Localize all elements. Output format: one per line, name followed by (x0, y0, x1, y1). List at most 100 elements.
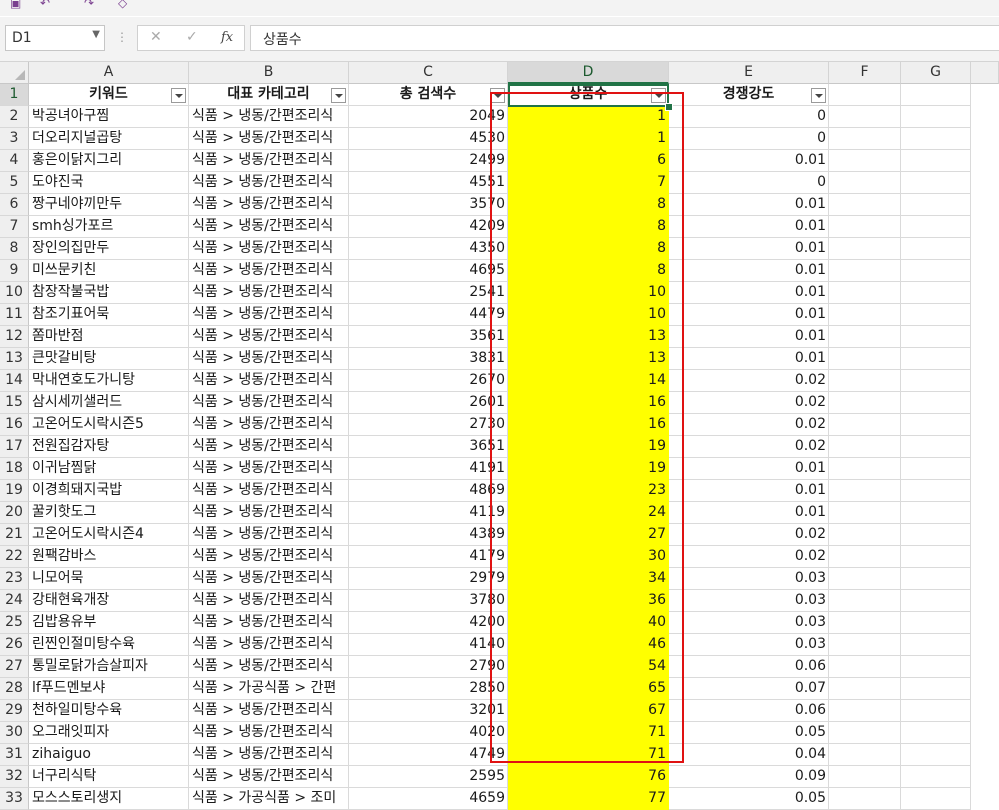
search-count-cell[interactable]: 2499 (349, 150, 508, 172)
save-icon[interactable]: ▣ (10, 0, 21, 10)
empty-cell[interactable] (901, 744, 971, 766)
empty-cell[interactable] (829, 128, 901, 150)
competition-cell[interactable]: 0.01 (669, 480, 829, 502)
empty-cell[interactable] (829, 546, 901, 568)
search-count-cell[interactable]: 4140 (349, 634, 508, 656)
empty-cell[interactable] (829, 194, 901, 216)
product-count-cell[interactable]: 77 (508, 788, 669, 810)
keyword-cell[interactable]: 참조기표어묵 (29, 304, 189, 326)
row-header[interactable]: 28 (0, 678, 29, 700)
filter-dropdown-button[interactable] (811, 88, 826, 103)
competition-cell[interactable]: 0.03 (669, 568, 829, 590)
insert-function-icon[interactable]: fx (221, 30, 233, 45)
empty-cell[interactable] (829, 700, 901, 722)
category-cell[interactable]: 식품 > 냉동/간편조리식 (189, 546, 349, 568)
category-cell[interactable]: 식품 > 냉동/간편조리식 (189, 150, 349, 172)
column-header-a[interactable]: A (29, 62, 189, 84)
competition-cell[interactable]: 0.01 (669, 326, 829, 348)
competition-cell[interactable]: 0.06 (669, 700, 829, 722)
empty-cell[interactable] (901, 128, 971, 150)
keyword-cell[interactable]: smh싱가포르 (29, 216, 189, 238)
category-cell[interactable]: 식품 > 냉동/간편조리식 (189, 260, 349, 282)
search-count-cell[interactable]: 2730 (349, 414, 508, 436)
row-header[interactable]: 18 (0, 458, 29, 480)
competition-cell[interactable]: 0.02 (669, 414, 829, 436)
column-header-g[interactable]: G (901, 62, 971, 84)
keyword-cell[interactable]: 참장작불국밥 (29, 282, 189, 304)
keyword-cell[interactable]: 도야진국 (29, 172, 189, 194)
product-count-cell[interactable]: 13 (508, 326, 669, 348)
category-cell[interactable]: 식품 > 냉동/간편조리식 (189, 722, 349, 744)
row-header[interactable]: 14 (0, 370, 29, 392)
search-count-cell[interactable]: 4200 (349, 612, 508, 634)
product-count-cell[interactable]: 1 (508, 106, 669, 128)
row-header[interactable]: 29 (0, 700, 29, 722)
search-count-cell[interactable]: 3561 (349, 326, 508, 348)
product-count-cell[interactable]: 40 (508, 612, 669, 634)
empty-cell[interactable] (829, 172, 901, 194)
empty-cell[interactable] (829, 326, 901, 348)
row-header[interactable]: 22 (0, 546, 29, 568)
search-count-cell[interactable]: 4119 (349, 502, 508, 524)
competition-cell[interactable]: 0.05 (669, 788, 829, 810)
empty-cell[interactable] (901, 766, 971, 788)
search-count-cell[interactable]: 4191 (349, 458, 508, 480)
category-cell[interactable]: 식품 > 냉동/간편조리식 (189, 370, 349, 392)
keyword-cell[interactable]: 꿀키핫도그 (29, 502, 189, 524)
filter-dropdown-button[interactable] (331, 88, 346, 103)
header-cell[interactable]: 경쟁강도 (669, 84, 829, 106)
product-count-cell[interactable]: 65 (508, 678, 669, 700)
competition-cell[interactable]: 0.01 (669, 260, 829, 282)
keyword-cell[interactable]: 쫌마반점 (29, 326, 189, 348)
product-count-cell[interactable]: 7 (508, 172, 669, 194)
empty-cell[interactable] (829, 634, 901, 656)
keyword-cell[interactable]: 너구리식탁 (29, 766, 189, 788)
select-all-button[interactable] (0, 62, 29, 84)
category-cell[interactable]: 식품 > 냉동/간편조리식 (189, 172, 349, 194)
search-count-cell[interactable]: 4869 (349, 480, 508, 502)
competition-cell[interactable]: 0.03 (669, 612, 829, 634)
product-count-cell[interactable]: 67 (508, 700, 669, 722)
category-cell[interactable]: 식품 > 냉동/간편조리식 (189, 348, 349, 370)
category-cell[interactable]: 식품 > 냉동/간편조리식 (189, 128, 349, 150)
keyword-cell[interactable]: 김밥용유부 (29, 612, 189, 634)
empty-cell[interactable] (829, 656, 901, 678)
row-header[interactable]: 13 (0, 348, 29, 370)
empty-cell[interactable] (901, 568, 971, 590)
search-count-cell[interactable]: 4179 (349, 546, 508, 568)
product-count-cell[interactable]: 36 (508, 590, 669, 612)
filter-dropdown-button[interactable] (171, 88, 186, 103)
product-count-cell[interactable]: 19 (508, 436, 669, 458)
empty-cell[interactable] (901, 194, 971, 216)
column-header-d[interactable]: D (508, 62, 669, 84)
empty-cell[interactable] (829, 612, 901, 634)
category-cell[interactable]: 식품 > 냉동/간편조리식 (189, 766, 349, 788)
search-count-cell[interactable]: 2670 (349, 370, 508, 392)
empty-cell[interactable] (829, 502, 901, 524)
chevron-down-icon[interactable]: ▼ (92, 29, 100, 40)
competition-cell[interactable]: 0.01 (669, 238, 829, 260)
empty-cell[interactable] (901, 348, 971, 370)
keyword-cell[interactable]: 린찐인절미탕수육 (29, 634, 189, 656)
search-count-cell[interactable]: 4020 (349, 722, 508, 744)
header-cell[interactable]: 대표 카테고리 (189, 84, 349, 106)
column-header-e[interactable]: E (669, 62, 829, 84)
column-header-b[interactable]: B (189, 62, 349, 84)
empty-cell[interactable] (829, 414, 901, 436)
category-cell[interactable]: 식품 > 냉동/간편조리식 (189, 282, 349, 304)
empty-cell[interactable] (901, 238, 971, 260)
category-cell[interactable]: 식품 > 냉동/간편조리식 (189, 700, 349, 722)
empty-cell[interactable] (829, 458, 901, 480)
search-count-cell[interactable]: 4530 (349, 128, 508, 150)
keyword-cell[interactable]: 박공녀아구찜 (29, 106, 189, 128)
competition-cell[interactable]: 0.02 (669, 392, 829, 414)
empty-cell[interactable] (829, 260, 901, 282)
keyword-cell[interactable]: 고온어도시락시즌5 (29, 414, 189, 436)
search-count-cell[interactable]: 2601 (349, 392, 508, 414)
keyword-cell[interactable]: 미쓰문키친 (29, 260, 189, 282)
row-header[interactable]: 33 (0, 788, 29, 810)
row-header[interactable]: 27 (0, 656, 29, 678)
competition-cell[interactable]: 0.05 (669, 722, 829, 744)
category-cell[interactable]: 식품 > 냉동/간편조리식 (189, 568, 349, 590)
competition-cell[interactable]: 0 (669, 172, 829, 194)
